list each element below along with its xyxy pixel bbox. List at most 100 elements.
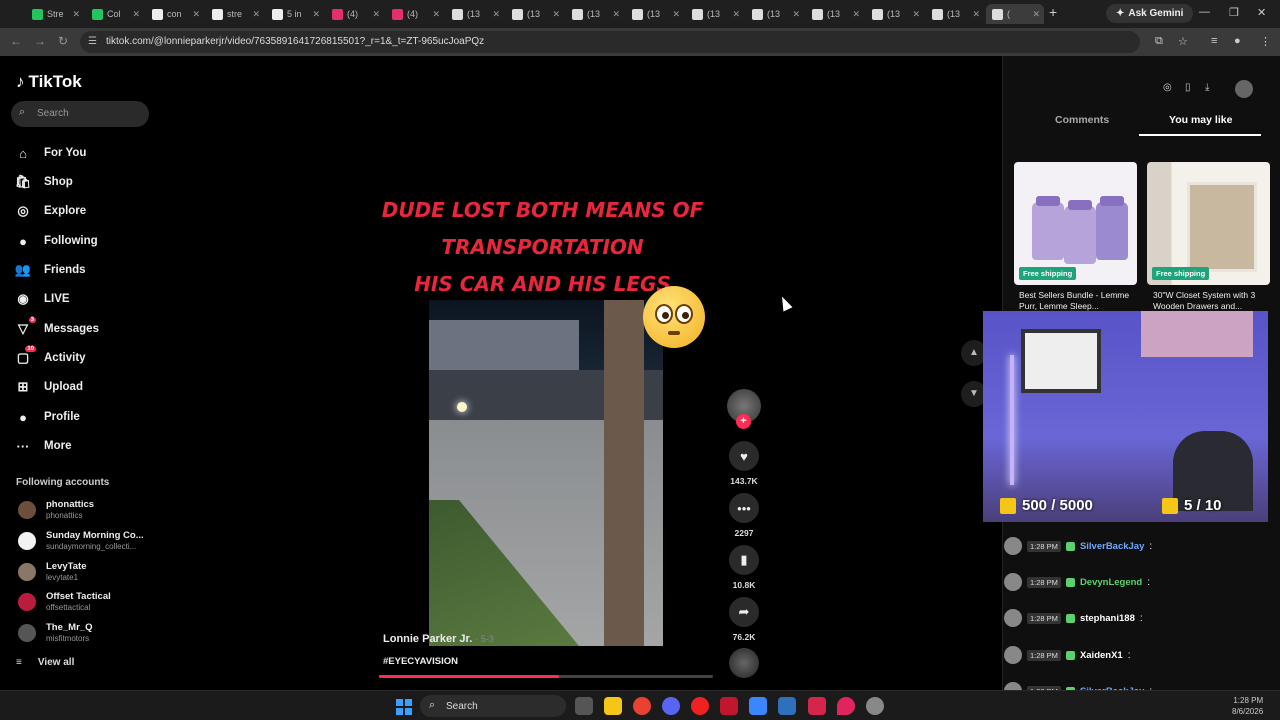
video-hashtag[interactable]: #EYECYAVISION xyxy=(383,656,458,667)
view-all-button[interactable]: ≡ View all xyxy=(16,657,74,668)
comment-button[interactable]: ••• 2297 xyxy=(726,493,762,538)
task-view-icon[interactable] xyxy=(575,697,593,715)
like-button[interactable]: ♥ 143.7K xyxy=(726,441,762,486)
product-card-1[interactable]: Free shipping xyxy=(1014,162,1137,285)
nav-item-upload[interactable]: ⊞ Upload xyxy=(14,376,83,398)
device-icon[interactable]: ▯ xyxy=(1185,82,1191,93)
video-progress-bar[interactable] xyxy=(379,675,713,678)
browser-tab[interactable]: (13 ✕ xyxy=(686,4,744,24)
profile-icon[interactable]: ● xyxy=(1234,35,1241,47)
close-tab-icon[interactable]: ✕ xyxy=(372,9,380,20)
video-author[interactable]: Lonnie Parker Jr. · 5-3 xyxy=(383,633,494,645)
settings-gear-icon[interactable] xyxy=(866,697,884,715)
media-player-icon[interactable] xyxy=(691,697,709,715)
taskbar-clock[interactable]: 1:28 PM 8/6/2026 xyxy=(1232,695,1263,717)
app-icon-1[interactable] xyxy=(720,697,738,715)
close-tab-icon[interactable]: ✕ xyxy=(1032,9,1040,20)
close-tab-icon[interactable]: ✕ xyxy=(252,9,260,20)
browser-tab[interactable]: con ✕ xyxy=(146,4,204,24)
install-app-icon[interactable]: ⧉ xyxy=(1155,35,1163,48)
close-tab-icon[interactable]: ✕ xyxy=(972,9,980,20)
nav-item-live[interactable]: ◉ LIVE xyxy=(14,288,69,310)
nav-item-more[interactable]: ··· More xyxy=(14,435,72,457)
browser-tab[interactable]: (13 ✕ xyxy=(506,4,564,24)
close-tab-icon[interactable]: ✕ xyxy=(852,9,860,20)
close-tab-icon[interactable]: ✕ xyxy=(312,9,320,20)
bookmark-star-icon[interactable]: ☆ xyxy=(1178,35,1188,48)
close-tab-icon[interactable]: ✕ xyxy=(432,9,440,20)
reading-list-icon[interactable]: ≡ xyxy=(1211,35,1217,47)
browser-tab[interactable]: (4) ✕ xyxy=(326,4,384,24)
app-icon-3[interactable] xyxy=(778,697,796,715)
music-disc-icon[interactable] xyxy=(729,648,759,678)
nav-item-activity[interactable]: ▢ 10 Activity xyxy=(14,346,86,369)
app-icon-2[interactable] xyxy=(749,697,767,715)
url-field[interactable]: ☰ tiktok.com/@lonnieparkerjr/video/76358… xyxy=(80,31,1140,53)
search-input[interactable]: ⌕ Search xyxy=(11,101,149,127)
new-tab-button[interactable]: + xyxy=(1049,4,1057,20)
nav-item-explore[interactable]: ◎ Explore xyxy=(14,200,86,222)
nav-item-shop[interactable]: 🛍 Shop xyxy=(14,171,73,193)
following-account[interactable]: phonattics phonattics xyxy=(16,499,156,525)
back-button[interactable]: ← xyxy=(10,34,22,48)
browser-tab[interactable]: (13 ✕ xyxy=(566,4,624,24)
nav-item-profile[interactable]: ● Profile xyxy=(14,406,80,428)
close-tab-icon[interactable]: ✕ xyxy=(792,9,800,20)
file-explorer-icon[interactable] xyxy=(604,697,622,715)
app-icon-4[interactable] xyxy=(808,697,826,715)
browser-tab[interactable]: (13 ✕ xyxy=(446,4,504,24)
following-account[interactable]: The_Mr_Q misfitmotors xyxy=(16,622,156,648)
compass-icon[interactable]: ◎ xyxy=(1163,82,1172,93)
close-window-button[interactable]: ✕ xyxy=(1257,6,1266,19)
following-account[interactable]: Sunday Morning Co... sundaymorning_collec… xyxy=(16,530,156,556)
reload-button[interactable]: ↻ xyxy=(58,34,68,48)
close-tab-icon[interactable]: ✕ xyxy=(732,9,740,20)
save-button[interactable]: ▮ 10.8K xyxy=(726,545,762,590)
following-account[interactable]: LevyTate levytate1 xyxy=(16,561,156,587)
browser-tab[interactable]: (4) ✕ xyxy=(386,4,444,24)
product-card-2[interactable]: Free shipping xyxy=(1147,162,1270,285)
follow-plus-button[interactable]: + xyxy=(736,414,751,429)
nav-item-messages[interactable]: ▽ 3 Messages xyxy=(14,317,99,340)
product-title-1[interactable]: Best Sellers Bundle - Lemme Purr, Lemme … xyxy=(1019,290,1144,312)
browser-tab[interactable]: Col ✕ xyxy=(86,4,144,24)
video-player[interactable] xyxy=(429,300,663,646)
browser-tab[interactable]: (✕ xyxy=(986,4,1044,24)
tiktok-logo[interactable]: ♪ TikTok xyxy=(16,72,82,92)
browser-tab[interactable]: 5 in ✕ xyxy=(266,4,324,24)
tab-you-may-like[interactable]: You may like xyxy=(1169,114,1232,126)
close-tab-icon[interactable]: ✕ xyxy=(192,9,200,20)
nav-item-following[interactable]: ● Following xyxy=(14,230,98,252)
browser-tab[interactable]: Stre ✕ xyxy=(26,4,84,24)
user-avatar[interactable] xyxy=(1235,80,1253,98)
nav-item-for-you[interactable]: ⌂ For You xyxy=(14,142,86,164)
browser-tab[interactable]: (13 ✕ xyxy=(806,4,864,24)
download-icon[interactable]: ⤓ xyxy=(1205,82,1209,93)
product-title-2[interactable]: 30"W Closet System with 3 Wooden Drawers… xyxy=(1153,290,1278,312)
browser-tab[interactable]: (13 ✕ xyxy=(926,4,984,24)
browser-tab[interactable]: (13 ✕ xyxy=(626,4,684,24)
maps-pin-icon[interactable] xyxy=(837,697,855,715)
chrome-icon[interactable] xyxy=(633,697,651,715)
close-tab-icon[interactable]: ✕ xyxy=(72,9,80,20)
site-info-icon[interactable]: ☰ xyxy=(88,36,97,47)
close-tab-icon[interactable]: ✕ xyxy=(492,9,500,20)
nav-item-friends[interactable]: 👥 Friends xyxy=(14,259,86,281)
taskbar-search-input[interactable]: ⌕ Search xyxy=(420,695,566,717)
following-account[interactable]: Offset Tactical offsettactical xyxy=(16,591,156,617)
close-tab-icon[interactable]: ✕ xyxy=(672,9,680,20)
close-tab-icon[interactable]: ✕ xyxy=(912,9,920,20)
browser-tab[interactable]: (13 ✕ xyxy=(866,4,924,24)
browser-tab[interactable]: stre ✕ xyxy=(206,4,264,24)
browser-tab[interactable]: (13 ✕ xyxy=(746,4,804,24)
discord-icon[interactable] xyxy=(662,697,680,715)
close-tab-icon[interactable]: ✕ xyxy=(552,9,560,20)
forward-button[interactable]: → xyxy=(34,34,46,48)
close-tab-icon[interactable]: ✕ xyxy=(132,9,140,20)
maximize-button[interactable]: ❐ xyxy=(1229,6,1239,19)
minimize-button[interactable]: — xyxy=(1199,6,1210,18)
windows-start-icon[interactable] xyxy=(396,699,412,715)
ask-gemini-button[interactable]: ✦ Ask Gemini xyxy=(1106,4,1194,23)
browser-menu-icon[interactable]: ⋮ xyxy=(1260,35,1271,48)
close-tab-icon[interactable]: ✕ xyxy=(612,9,620,20)
